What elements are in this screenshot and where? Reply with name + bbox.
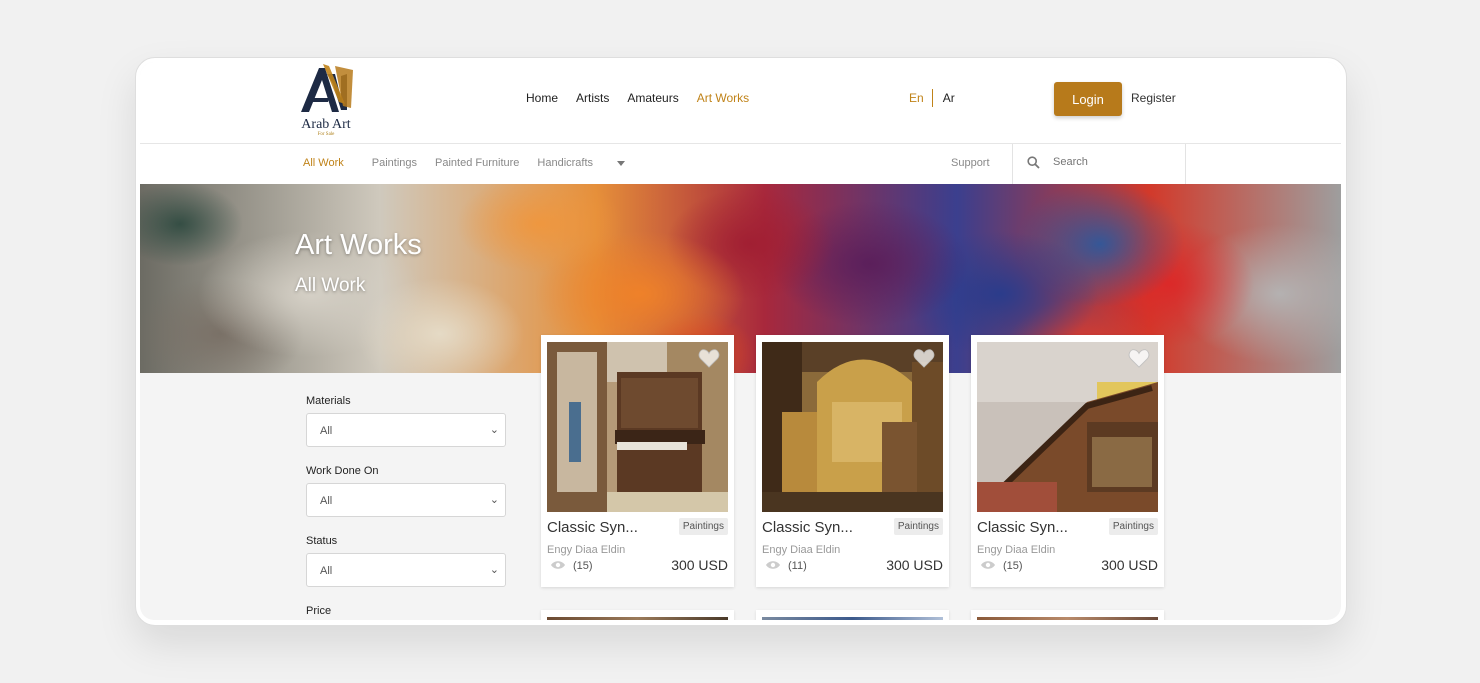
language-switcher: En Ar [909,89,955,107]
nav-artists[interactable]: Artists [576,91,609,105]
artwork-title[interactable]: Classic Syn... [977,519,1068,536]
view-count: (11) [788,560,807,572]
nav-home[interactable]: Home [526,91,558,105]
artist-name[interactable]: Engy Diaa Eldin [762,544,840,556]
materials-value: All [320,425,333,437]
artwork-image[interactable] [977,342,1158,512]
lang-divider [931,89,933,107]
status-value: All [320,565,333,577]
artwork-card[interactable]: Classic Syn... Paintings Engy Diaa Eldin… [756,335,949,587]
main-nav: Home Artists Amateurs Art Works [526,91,749,105]
work-done-on-select[interactable]: All ⌄ [306,483,506,517]
artwork-image-partial [762,617,943,620]
artwork-title[interactable]: Classic Syn... [762,519,853,536]
chevron-down-icon: ⌄ [489,564,499,576]
artwork-image-partial [977,617,1158,620]
artwork-price: 300 USD [886,557,943,573]
lang-ar[interactable]: Ar [943,91,955,105]
artwork-image[interactable] [547,342,728,512]
login-button[interactable]: Login [1054,82,1122,116]
artist-name[interactable]: Engy Diaa Eldin [977,544,1055,556]
category-painted-furniture[interactable]: Painted Furniture [435,157,519,169]
artist-name[interactable]: Engy Diaa Eldin [547,544,625,556]
search-box [1012,144,1186,184]
status-select[interactable]: All ⌄ [306,553,506,587]
category-badge: Paintings [1108,518,1158,535]
heart-icon[interactable] [698,348,720,368]
eye-icon [981,561,995,569]
eye-icon [766,561,780,569]
work-done-on-label: Work Done On [306,465,379,477]
page-subtitle: All Work [295,275,366,296]
nav-art-works[interactable]: Art Works [697,91,749,105]
heart-icon[interactable] [1128,348,1150,368]
artwork-card[interactable]: Classic Syn... Paintings Engy Diaa Eldin… [541,335,734,587]
artwork-card-partial[interactable] [541,610,734,620]
category-handicrafts[interactable]: Handicrafts [537,157,626,169]
category-nav: All Work Paintings Painted Furniture Han… [303,157,643,169]
artwork-card-partial[interactable] [971,610,1164,620]
lang-en[interactable]: En [909,91,924,105]
brand-name: Arab Art [301,117,351,132]
materials-label: Materials [306,395,351,407]
heart-icon[interactable] [913,348,935,368]
artwork-image-partial [547,617,728,620]
status-label: Status [306,535,338,547]
category-badge: Paintings [893,518,943,535]
category-handicrafts-label: Handicrafts [537,157,594,169]
eye-icon [551,561,565,569]
price-label: Price [306,605,332,617]
artwork-image[interactable] [762,342,943,512]
view-count: (15) [1003,560,1023,572]
category-all-work[interactable]: All Work [303,157,344,169]
search-input[interactable] [1053,156,1173,168]
chevron-down-icon: ⌄ [489,424,499,436]
artwork-title[interactable]: Classic Syn... [547,519,638,536]
chevron-down-icon: ⌄ [489,494,499,506]
artwork-card-partial[interactable] [756,610,949,620]
support-link[interactable]: Support [951,157,990,169]
register-link[interactable]: Register [1131,91,1176,105]
artwork-price: 300 USD [671,557,728,573]
filter-sidebar: Materials All ⌄ Work Done On All ⌄ Statu… [306,395,506,620]
category-badge: Paintings [678,518,728,535]
page-title: Art Works [295,229,422,261]
logo-mark-icon [301,64,353,112]
site-header: Arab Art For Sale Home Artists Amateurs … [140,62,1341,144]
materials-select[interactable]: All ⌄ [306,413,506,447]
artwork-price: 300 USD [1101,557,1158,573]
brand-logo[interactable]: Arab Art For Sale [295,62,357,140]
artwork-card[interactable]: Classic Syn... Paintings Engy Diaa Eldin… [971,335,1164,587]
search-icon [1027,156,1040,169]
browser-viewport: Arab Art For Sale Home Artists Amateurs … [140,62,1341,620]
category-bar: All Work Paintings Painted Furniture Han… [140,144,1341,184]
work-done-on-value: All [320,495,333,507]
category-paintings[interactable]: Paintings [372,157,417,169]
caret-down-icon [617,160,626,166]
view-count: (15) [573,560,593,572]
brand-tagline: For Sale [317,132,335,137]
nav-amateurs[interactable]: Amateurs [627,91,678,105]
